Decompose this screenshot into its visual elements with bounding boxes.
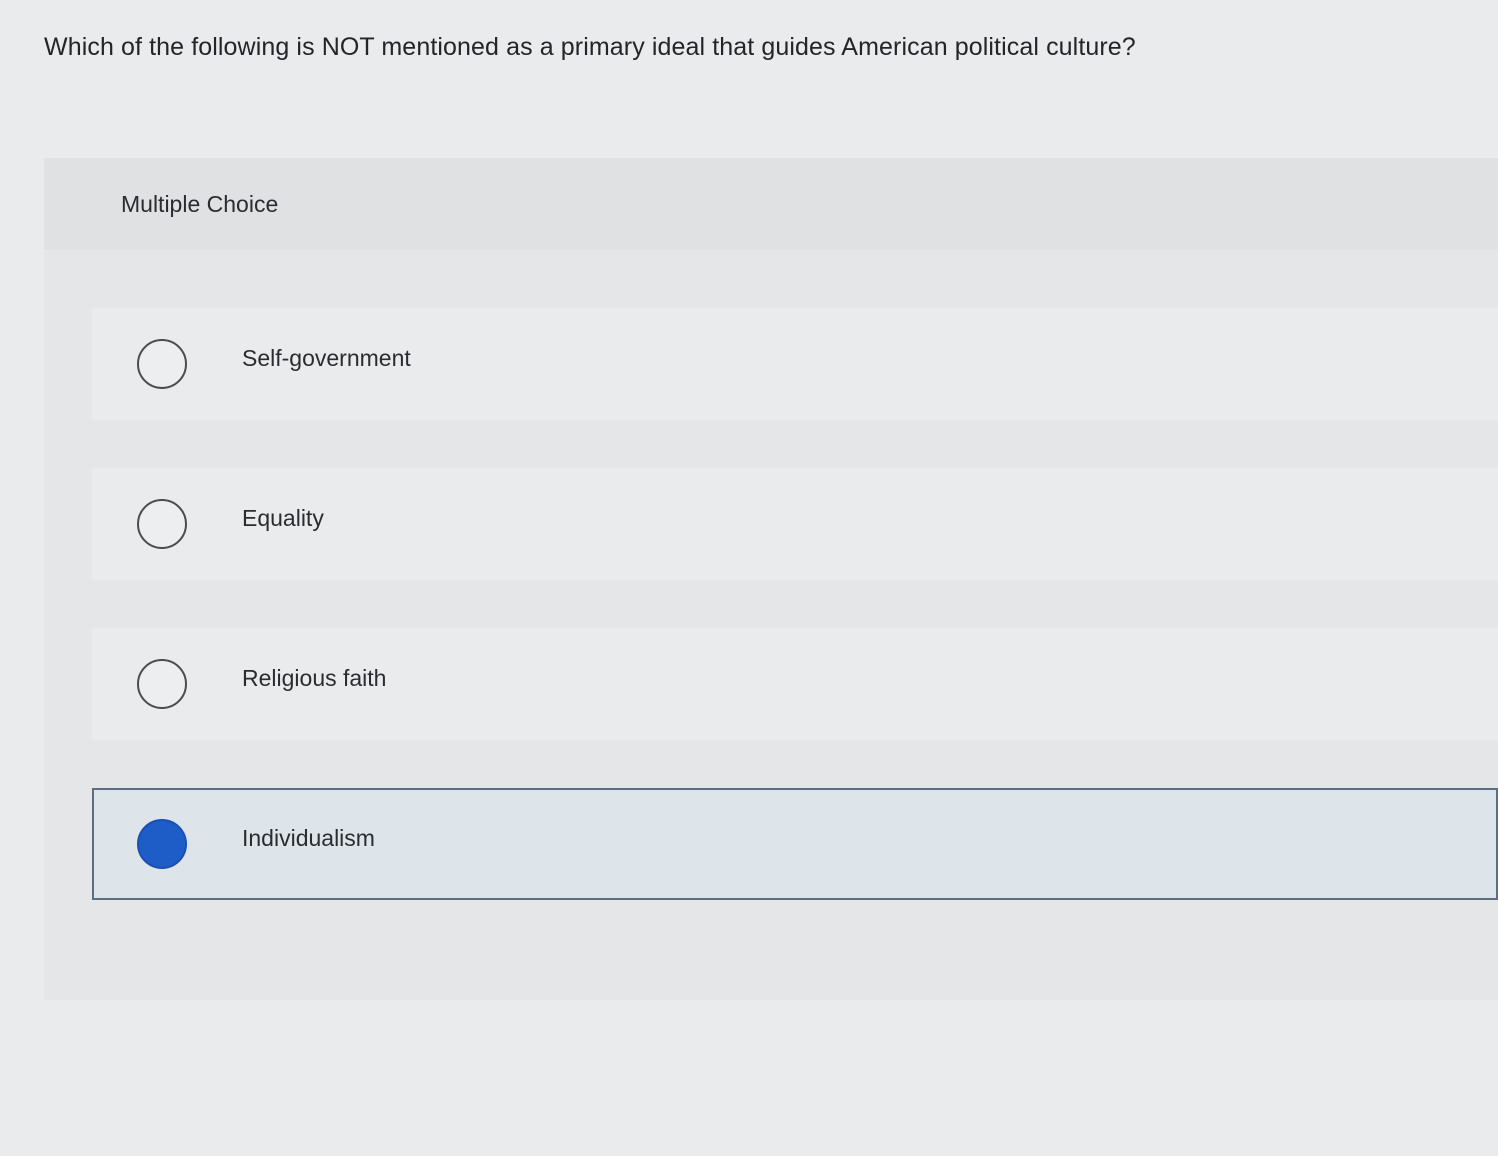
question-text: Which of the following is NOT mentioned … bbox=[44, 33, 1136, 61]
answer-label: Equality bbox=[242, 505, 324, 531]
answer-option-equality[interactable]: Equality bbox=[92, 468, 1498, 580]
radio-button[interactable] bbox=[137, 499, 187, 549]
answer-option-religious-faith[interactable]: Religious faith bbox=[92, 628, 1498, 740]
radio-button[interactable] bbox=[137, 659, 187, 709]
answer-option-individualism[interactable]: Individualism bbox=[92, 788, 1498, 900]
answer-label: Self-government bbox=[242, 345, 411, 371]
radio-button[interactable] bbox=[137, 339, 187, 389]
question-type-label: Multiple Choice bbox=[121, 191, 279, 217]
answer-label: Religious faith bbox=[242, 665, 387, 691]
answer-label: Individualism bbox=[242, 825, 375, 851]
multiple-choice-card: Multiple Choice Self-government Equality… bbox=[44, 158, 1498, 1000]
answer-option-self-government[interactable]: Self-government bbox=[92, 308, 1498, 420]
card-header: Multiple Choice bbox=[44, 158, 1498, 250]
radio-button-selected[interactable] bbox=[137, 819, 187, 869]
